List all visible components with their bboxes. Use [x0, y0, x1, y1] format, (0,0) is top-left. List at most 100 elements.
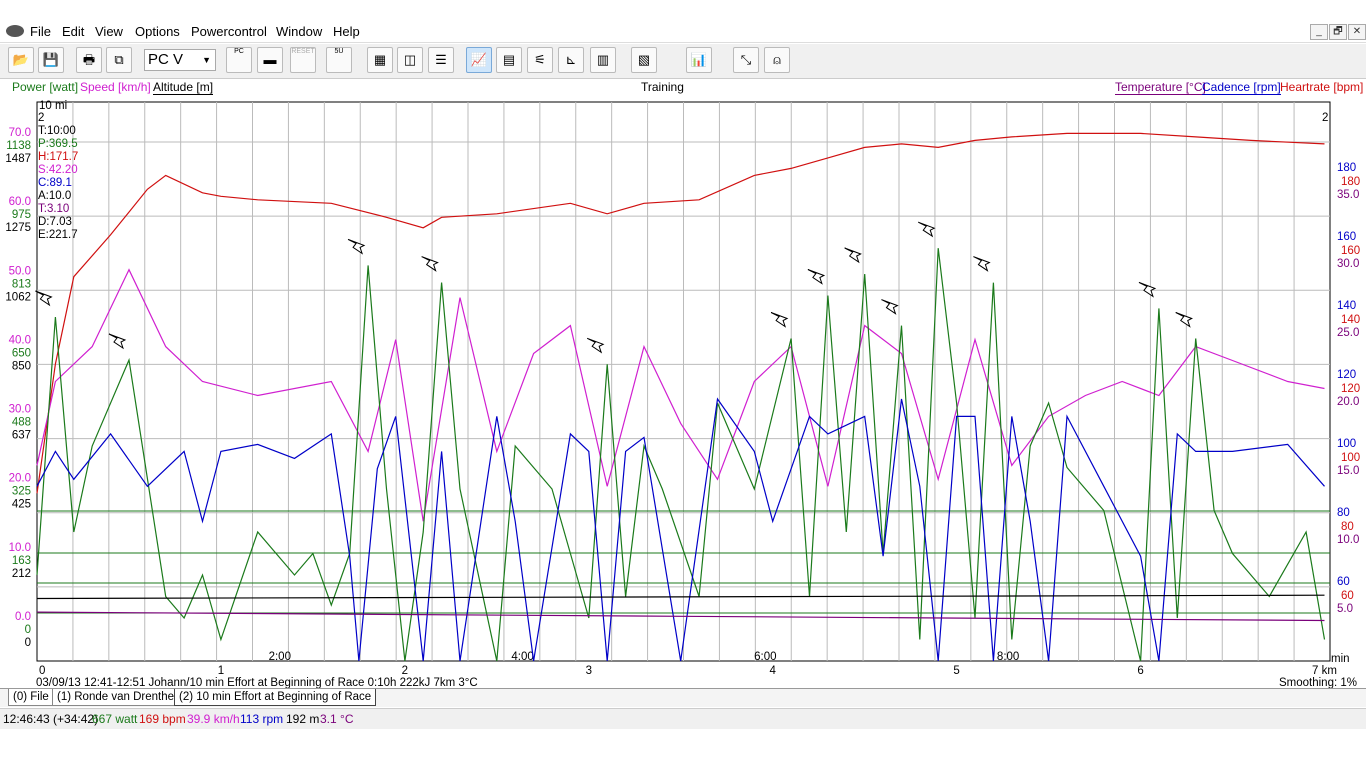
map-view-icon[interactable]: ▦	[367, 47, 393, 73]
telemetry-icon[interactable]: ⍝	[764, 47, 790, 73]
chart-title: Training	[641, 80, 684, 94]
axis-tick-cadence: 140	[1337, 300, 1356, 312]
axis-tick-distance: 2	[402, 665, 408, 677]
graph-laps-icon[interactable]: ⚟	[527, 47, 553, 73]
axis-tick-heartrate: 60	[1341, 590, 1354, 602]
axis-tick-power: 488	[12, 417, 31, 429]
axis-tick-speed: 30.0	[9, 404, 31, 416]
readout-line: E:221.7	[38, 229, 78, 241]
device-icon[interactable]: ▬	[257, 47, 283, 73]
axis-tick-cadence: 160	[1337, 231, 1356, 243]
axis-tick-temperature: 25.0	[1337, 327, 1359, 339]
axis-tick-time: 2:00	[269, 651, 291, 663]
readout-line: C:89.1	[38, 177, 72, 189]
menu-options[interactable]: Options	[135, 24, 180, 39]
axis-tick-power: 0	[25, 624, 31, 636]
graph-axis-icon[interactable]: ⊾	[558, 47, 584, 73]
axis-tick-distance: 3	[586, 665, 592, 677]
axis-tick-heartrate: 140	[1341, 314, 1360, 326]
pc5u-icon[interactable]: 5U	[326, 47, 352, 73]
axis-tick-speed: 70.0	[9, 127, 31, 139]
menu-view[interactable]: View	[95, 24, 123, 39]
split-vertical-icon[interactable]: ◫	[397, 47, 423, 73]
axis-tick-heartrate: 80	[1341, 521, 1354, 533]
axis-tick-altitude: 425	[12, 499, 31, 511]
axis-tick-altitude: 850	[12, 360, 31, 372]
menu-window[interactable]: Window	[276, 24, 322, 39]
menu-powercontrol[interactable]: Powercontrol	[191, 24, 267, 39]
menu-file[interactable]: File	[30, 24, 51, 39]
status-time: 12:46:43 (+34:42)	[3, 712, 99, 726]
axis-tick-cadence: 80	[1337, 507, 1350, 519]
legend-altitude[interactable]: Altitude [m]	[153, 80, 214, 95]
readout-line: T:3.10	[38, 203, 69, 215]
chart-svg[interactable]: 70.01138148760.0975127550.0813106240.065…	[0, 96, 1366, 690]
axis-tick-temperature: 30.0	[1337, 258, 1359, 270]
histogram-icon[interactable]: 📊	[686, 47, 712, 73]
axis-tick-power: 813	[12, 278, 31, 290]
axis-tick-altitude: 1275	[5, 222, 31, 234]
axis-tick-heartrate: 180	[1341, 176, 1360, 188]
axis-tick-distance: 1	[218, 665, 224, 677]
axis-label-minutes: min	[1331, 653, 1350, 665]
open-folder-icon[interactable]: 📂	[8, 47, 34, 73]
axis-tick-cadence: 100	[1337, 438, 1356, 450]
axis-tick-altitude: 1487	[5, 153, 31, 165]
axis-tick-speed: 10.0	[9, 542, 31, 554]
close-button[interactable]: ✕	[1348, 24, 1366, 40]
download-pc-icon[interactable]: PC	[226, 47, 252, 73]
status-bar: 12:46:43 (+34:42) 667 watt 169 bpm 39.9 …	[0, 708, 1366, 729]
app-icon[interactable]	[6, 25, 24, 37]
tab-ronde-van-drenthe[interactable]: (1) Ronde van Drenthe	[52, 689, 179, 706]
tab-file[interactable]: (0) File	[8, 689, 54, 706]
axis-tick-heartrate: 100	[1341, 452, 1360, 464]
copy-icon[interactable]: ⧉	[106, 47, 132, 73]
axis-tick-distance-zero: 0	[39, 665, 45, 677]
axis-tick-power: 325	[12, 486, 31, 498]
menu-edit[interactable]: Edit	[62, 24, 84, 39]
zone-icon[interactable]: ▧	[631, 47, 657, 73]
axis-tick-power: 975	[12, 209, 31, 221]
legend-heartrate[interactable]: Heartrate [bpm]	[1280, 80, 1363, 94]
readout-line: T:10:00	[38, 125, 76, 137]
axis-tick-speed: 50.0	[9, 265, 31, 277]
axis-tick-speed: 60.0	[9, 196, 31, 208]
axis-tick-distance: 4	[770, 665, 777, 677]
status-power: 667 watt	[92, 712, 138, 726]
axis-tick-heartrate: 120	[1341, 383, 1360, 395]
axis-tick-altitude: 637	[12, 430, 31, 442]
restore-button[interactable]: 🗗	[1329, 24, 1347, 40]
save-icon[interactable]: 💾	[38, 47, 64, 73]
readout-line: A:10.0	[38, 190, 71, 202]
axis-tick-speed: 0.0	[15, 611, 31, 623]
device-select[interactable]: PC V ▼	[144, 49, 216, 71]
axis-tick-time: 4:00	[511, 651, 533, 663]
legend-power[interactable]: Power [watt]	[12, 80, 78, 94]
split-horizontal-icon[interactable]: ☰	[428, 47, 454, 73]
legend-speed[interactable]: Speed [km/h]	[80, 80, 151, 94]
legend-temperature[interactable]: Temperature [°C]	[1115, 80, 1206, 95]
axis-tick-heartrate: 160	[1341, 245, 1360, 257]
reset-button[interactable]: RESET	[290, 47, 316, 73]
legend-cadence[interactable]: Cadence [rpm]	[1202, 80, 1281, 95]
axis-tick-speed: 40.0	[9, 334, 31, 346]
print-icon[interactable]: 🖶	[76, 47, 102, 73]
lap-number-right: 2	[1322, 112, 1328, 124]
axis-tick-altitude: 1062	[5, 291, 31, 303]
menu-help[interactable]: Help	[333, 24, 360, 39]
graph-bars-icon[interactable]: ▥	[590, 47, 616, 73]
axis-tick-distance: 6	[1137, 665, 1143, 677]
axis-tick-distance: 5	[953, 665, 959, 677]
axis-tick-temperature: 35.0	[1337, 189, 1359, 201]
axis-tick-speed: 20.0	[9, 473, 31, 485]
readout-line: D:7.03	[38, 216, 72, 228]
training-chart[interactable]: 70.0 1138 1487 60.0 975 1275 50.0 813 1062 40.0 65…	[0, 96, 1366, 690]
graph-table-icon[interactable]: ▤	[496, 47, 522, 73]
status-speed: 39.9 km/h	[187, 712, 240, 726]
axis-tick-distance: 7 km	[1312, 665, 1337, 677]
menu-bar: File Edit View Options Powercontrol Wind…	[0, 22, 1366, 43]
analysis-icon[interactable]: ⤡	[733, 47, 759, 73]
minimize-button[interactable]: _	[1310, 24, 1328, 40]
graph-view-icon[interactable]: 📈	[466, 47, 492, 73]
tab-10-min-effort[interactable]: (2) 10 min Effort at Beginning of Race	[174, 689, 377, 706]
